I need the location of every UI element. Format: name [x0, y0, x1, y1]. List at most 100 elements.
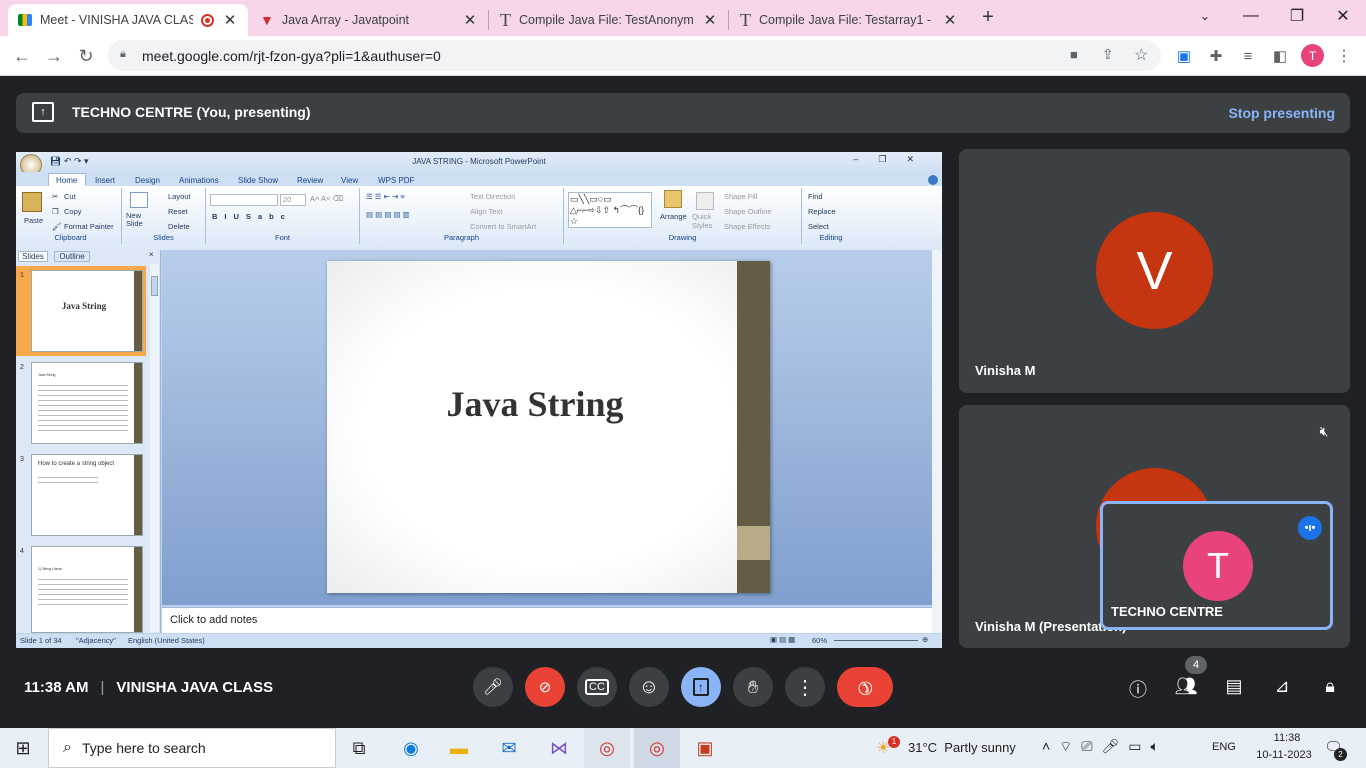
profile-avatar[interactable]: T: [1301, 44, 1324, 67]
slide-thumbnail-4[interactable]: 1) String Literal: [31, 546, 143, 633]
tab-javatpoint[interactable]: ▼ Java Array - Javatpoint ✕: [250, 4, 488, 36]
format-painter-icon[interactable]: 🖌︎: [52, 222, 62, 231]
arrange-button[interactable]: Arrange: [660, 212, 687, 221]
back-arrow-icon[interactable]: ←: [8, 42, 36, 70]
shape-effects-button[interactable]: Shape Effects: [724, 222, 771, 231]
camera-blocked-icon[interactable]: ■: [1070, 47, 1078, 62]
tab-search-chevron-icon[interactable]: ⌄: [1182, 0, 1228, 32]
extensions-puzzle-icon[interactable]: ✚: [1204, 44, 1228, 68]
input-language[interactable]: ENG: [1212, 741, 1236, 753]
tab-compile-1[interactable]: T Compile Java File: TestAnonymo ✕: [490, 4, 728, 36]
taskbar-search-box[interactable]: ⌕ Type here to search: [48, 728, 336, 768]
current-slide[interactable]: Java String: [327, 261, 770, 593]
font-format-icons[interactable]: BIUSabc: [212, 212, 292, 221]
font-name-field[interactable]: [210, 194, 278, 206]
ribbon-tab-insert[interactable]: Insert: [95, 176, 115, 185]
more-options-button[interactable]: ⋮: [785, 667, 825, 707]
media-control-icon[interactable]: ≡: [1236, 44, 1260, 68]
copy-icon[interactable]: ❐: [52, 207, 59, 216]
grow-shrink-font-icons[interactable]: A˄ A˅ ⌫: [310, 194, 343, 203]
fit-window-icon[interactable]: ⊕: [922, 635, 928, 644]
ribbon-tab-design[interactable]: Design: [135, 176, 160, 185]
new-slide-icon[interactable]: [130, 192, 148, 208]
select-button[interactable]: Select: [808, 222, 829, 231]
cast-icon[interactable]: ▣: [1172, 44, 1196, 68]
participant-tile[interactable]: V Vinisha M: [959, 149, 1350, 393]
camera-off-button[interactable]: ⊘: [525, 667, 565, 707]
bookmark-star-icon[interactable]: ☆: [1134, 45, 1148, 65]
side-panel-icon[interactable]: ◧: [1268, 44, 1292, 68]
people-icon[interactable]: 👥︎: [1173, 676, 1199, 702]
cut-icon[interactable]: ✂: [52, 192, 58, 201]
slide-thumbnail-1[interactable]: Java String: [31, 270, 143, 352]
close-tab-icon[interactable]: ✕: [702, 11, 718, 29]
activities-icon[interactable]: ⊿: [1269, 676, 1295, 702]
leave-call-button[interactable]: ✆: [837, 667, 893, 707]
font-size-field[interactable]: 20: [280, 194, 306, 206]
chat-icon[interactable]: ▤: [1221, 676, 1247, 702]
present-button[interactable]: ↑: [681, 667, 721, 707]
quick-styles-button[interactable]: Quick Styles: [692, 212, 718, 230]
ribbon-tab-animations[interactable]: Animations: [179, 176, 219, 185]
reload-icon[interactable]: ↻: [72, 42, 100, 70]
minimize-icon[interactable]: —: [1228, 0, 1274, 32]
captions-button[interactable]: CC: [577, 667, 617, 707]
close-tab-icon[interactable]: ✕: [462, 11, 478, 29]
cut-button[interactable]: Cut: [64, 192, 76, 201]
slides-pane-scrollbar[interactable]: [150, 264, 159, 632]
system-tray-icons[interactable]: ˄⌔⎚🎤︎▭🔈︎: [1042, 738, 1168, 756]
new-tab-plus-icon[interactable]: +: [976, 6, 1000, 30]
paste-icon[interactable]: [22, 192, 42, 212]
microphone-button[interactable]: 🎤︎: [473, 667, 513, 707]
quick-styles-icon[interactable]: [696, 192, 714, 210]
ribbon-tab-view[interactable]: View: [341, 176, 358, 185]
share-icon[interactable]: ⇪: [1102, 46, 1114, 63]
layout-button[interactable]: Layout: [168, 192, 191, 201]
reset-button[interactable]: Reset: [168, 207, 188, 216]
chrome-profile-icon[interactable]: ◎: [634, 728, 680, 768]
tab-compile-2[interactable]: T Compile Java File: Testarray1 - Ja ✕: [730, 4, 968, 36]
chrome-icon[interactable]: ◎: [584, 728, 630, 768]
shape-fill-button[interactable]: Shape Fill: [724, 192, 757, 201]
shapes-gallery[interactable]: ▭╲╲▭○▭ △⌐⌐⇨⇩⇧ ↰⌒⌒{}☆: [568, 192, 652, 228]
ribbon-tab-wps-pdf[interactable]: WPS PDF: [378, 176, 414, 185]
stop-presenting-button[interactable]: Stop presenting: [1228, 105, 1335, 121]
raise-hand-button[interactable]: ✋︎: [733, 667, 773, 707]
mail-icon[interactable]: ✉: [486, 728, 532, 768]
task-view-icon[interactable]: ⧉: [336, 728, 382, 768]
close-window-icon[interactable]: ✕: [1320, 0, 1366, 32]
file-explorer-icon[interactable]: ▬: [436, 728, 482, 768]
meeting-info-icon[interactable]: ⓘ: [1125, 676, 1151, 702]
align-icons[interactable]: ▤ ▤ ▤ ▤ ▥: [366, 210, 410, 219]
visual-studio-icon[interactable]: ⋈: [536, 728, 582, 768]
ppt-window-controls[interactable]: –❐✕: [853, 154, 934, 165]
windows-start-icon[interactable]: ⊞: [0, 728, 46, 768]
slide-thumbnail-3[interactable]: How to create a string object: [31, 454, 143, 536]
help-icon[interactable]: [928, 175, 938, 185]
copy-button[interactable]: Copy: [64, 207, 82, 216]
self-view-tile[interactable]: •ı• T TECHNO CENTRE: [1100, 501, 1333, 630]
outline-pane-tab[interactable]: Outline: [54, 251, 90, 262]
tab-meet[interactable]: Meet - VINISHA JAVA CLASS ✕: [8, 4, 248, 36]
weather-text[interactable]: 31°C Partly sunny: [908, 740, 1016, 755]
slide-thumbnail-2[interactable]: Java String: [31, 362, 143, 444]
zoom-slider[interactable]: [834, 640, 918, 641]
restore-icon[interactable]: ❐: [1274, 0, 1320, 32]
pane-close-icon[interactable]: ×: [149, 250, 154, 259]
notes-pane[interactable]: Click to add notes: [162, 607, 932, 633]
edge-icon[interactable]: ◉: [388, 728, 434, 768]
host-controls-lock-icon[interactable]: 🔒︎: [1317, 676, 1343, 702]
list-icons[interactable]: ☰ ☰ ⇤ ⇥ ≡: [366, 192, 405, 201]
slide-title[interactable]: Java String: [327, 383, 743, 425]
powerpoint-icon[interactable]: ▣: [682, 728, 728, 768]
ribbon-tab-slideshow[interactable]: Slide Show: [238, 176, 278, 185]
delete-button[interactable]: Delete: [168, 222, 190, 231]
forward-arrow-icon[interactable]: →: [40, 42, 68, 70]
more-vert-icon[interactable]: ⋮: [1332, 44, 1356, 68]
convert-smartart-button[interactable]: Convert to SmartArt: [470, 222, 536, 231]
emoji-button[interactable]: ☺: [629, 667, 669, 707]
text-direction-button[interactable]: Text Direction: [470, 192, 515, 201]
clock-time[interactable]: 11:38: [1262, 732, 1312, 744]
close-tab-icon[interactable]: ✕: [942, 11, 958, 29]
paste-button[interactable]: Paste: [24, 216, 43, 225]
